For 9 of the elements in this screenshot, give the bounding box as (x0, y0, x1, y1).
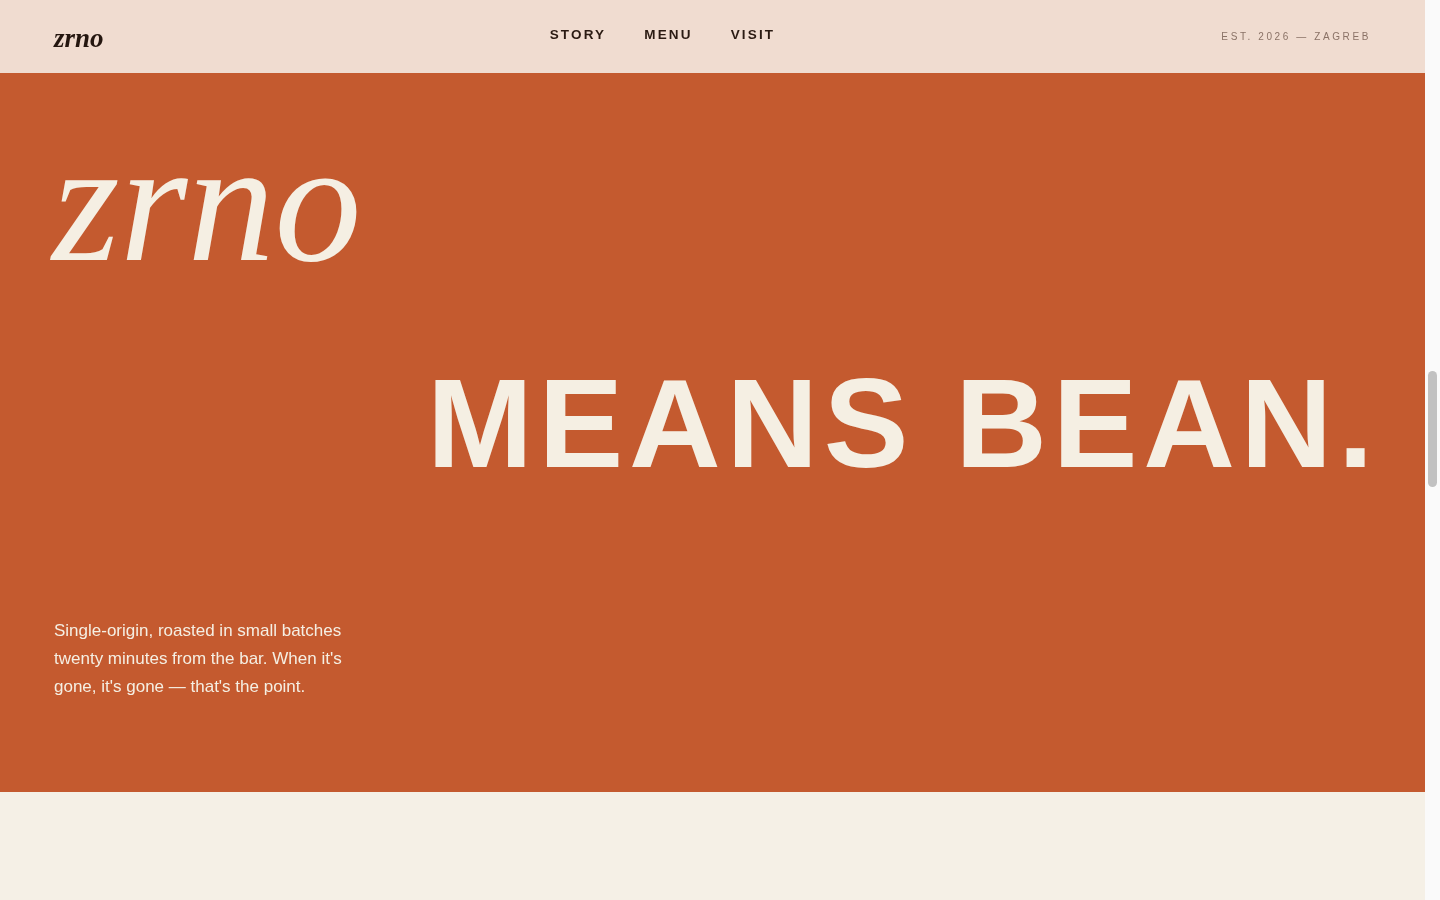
logo-link[interactable]: zrno (54, 25, 104, 52)
nav-link[interactable]: MENU (644, 24, 693, 46)
hero-headline: MEANS BEAN. (427, 360, 1379, 487)
nav-link[interactable]: VISIT (730, 24, 776, 46)
tagline: EST. 2026 — ZAGREB (1221, 30, 1371, 44)
scrollbar-thumb[interactable] (1428, 371, 1437, 487)
hero-description: Single-origin, roasted in small batches twenty minutes from the bar. When it's gone, it's gone — that's the point. (54, 620, 343, 698)
hero-wordmark: zrno (52, 115, 362, 289)
nav-link[interactable]: STORY (549, 24, 607, 46)
